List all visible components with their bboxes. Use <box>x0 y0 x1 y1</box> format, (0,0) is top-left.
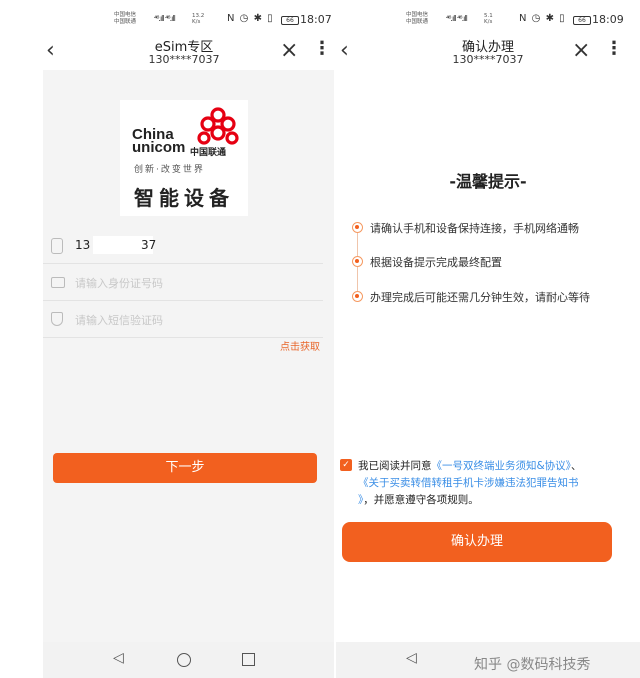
timeline-dot-icon <box>352 291 363 302</box>
id-number-field[interactable]: 请输入身份证号码 <box>43 265 323 301</box>
agree-checkbox[interactable]: ✓ <box>340 459 352 471</box>
carrier-labels: 中国电信 中国联通 <box>114 12 136 26</box>
carrier-1-label: 中国电信 <box>114 12 137 18</box>
get-code-link[interactable]: 点击获取 <box>280 338 320 353</box>
clock: 18:09 <box>592 13 624 26</box>
close-icon[interactable]: × <box>572 38 590 63</box>
confirm-button[interactable]: 确认办理 <box>342 522 612 562</box>
agreement-prefix: 我已阅读并同意 <box>358 460 432 472</box>
list-item: 请确认手机和设备保持连接，手机网络通畅 <box>350 218 630 238</box>
right-phone-screen: 中国电信 中国联通 ⁴⁶.ıll ⁴⁶.ıll 5.1 K/s N ◷ ✱ ▯ … <box>336 0 640 678</box>
network-speed: 5.1 K/s <box>484 13 493 25</box>
notice-item-text: 办理完成后可能还需几分钟生效，请耐心等待 <box>370 291 590 304</box>
agreement-separator: 、 <box>570 460 582 472</box>
carrier-1-label: 中国电信 <box>406 12 429 18</box>
nav-back-icon[interactable]: ◁ <box>113 650 124 666</box>
notice-item-text: 根据设备提示完成最终配置 <box>370 256 502 269</box>
system-icons: N ◷ ✱ ▯ <box>519 13 566 24</box>
id-card-icon <box>51 277 65 288</box>
list-item: 根据设备提示完成最终配置 <box>350 252 630 272</box>
phone-field[interactable]: 13 37 <box>43 228 323 264</box>
shield-icon <box>51 312 63 326</box>
sms-code-field[interactable]: 请输入短信验证码 <box>43 302 323 338</box>
battery-icon: 66 <box>281 16 299 25</box>
nav-home-icon[interactable] <box>177 653 191 667</box>
agreement-link-2[interactable]: 《关于买卖转借转租手机卡涉嫌违法犯罪告知书 <box>358 477 579 489</box>
agreement-line-3: 》，并愿意遵守各项规则。 <box>358 492 479 509</box>
page-content: China unicom 中国联通 创新·改变世界 智能设备 13 37 请输入… <box>43 70 334 642</box>
system-nav-bar: ◁ <box>43 642 334 678</box>
agreement-line-1: 我已阅读并同意《一号双终端业务须知&协议》、 <box>358 458 581 475</box>
unicom-logo: China unicom 中国联通 创新·改变世界 智能设备 <box>120 100 248 216</box>
carrier-labels: 中国电信 中国联通 <box>406 12 428 26</box>
page-subtitle: 130****7037 <box>452 53 524 66</box>
close-icon[interactable]: × <box>280 38 298 63</box>
system-nav-bar: ◁ 知乎 @数码科技秀 <box>336 642 640 678</box>
id-number-placeholder: 请输入身份证号码 <box>75 277 163 290</box>
signal-icon: ⁴⁶.ıll ⁴⁶.ıll <box>154 14 176 23</box>
title-bar: ‹ 确认办理 130****7037 × ⋮ <box>336 36 640 70</box>
phone-icon <box>51 238 63 254</box>
signal-icon: ⁴⁶.ıll ⁴⁶.ıll <box>446 14 468 23</box>
clock: 18:07 <box>300 13 332 26</box>
speed-unit: K/s <box>484 19 493 25</box>
carrier-2-label: 中国联通 <box>114 19 137 25</box>
agreement-line-2: 《关于买卖转借转租手机卡涉嫌违法犯罪告知书 <box>358 475 579 492</box>
network-speed: 13.2 K/s <box>192 13 204 25</box>
title-bar: ‹ eSim专区 130****7037 × ⋮ <box>0 36 336 70</box>
logo-label: 智能设备 <box>134 186 234 210</box>
battery-icon: 66 <box>573 16 591 25</box>
notice-title: -温馨提示- <box>449 172 527 191</box>
nav-recent-icon[interactable] <box>242 653 255 666</box>
left-phone-screen: 中国电信 中国联通 ⁴⁶.ıll ⁴⁶.ıll 13.2 K/s N ◷ ✱ ▯… <box>0 0 336 678</box>
sms-code-placeholder: 请输入短信验证码 <box>75 314 163 327</box>
nav-back-icon[interactable]: ◁ <box>406 650 417 666</box>
timeline-dot-icon <box>352 256 363 267</box>
brand-slogan: 创新·改变世界 <box>134 165 205 175</box>
phone-suffix: 37 <box>141 238 157 252</box>
agreement-link-1[interactable]: 《一号双终端业务须知&协议》 <box>432 460 571 472</box>
brand-en-line2: unicom <box>132 139 186 156</box>
carrier-2-label: 中国联通 <box>406 19 429 25</box>
more-vertical-icon[interactable]: ⋮ <box>605 38 623 59</box>
status-bar: 中国电信 中国联通 ⁴⁶.ıll ⁴⁶.ıll 13.2 K/s N ◷ ✱ ▯… <box>0 10 336 32</box>
agreement-suffix: ，并愿意遵守各项规则。 <box>363 494 479 506</box>
brand-chinese: 中国联通 <box>190 148 227 158</box>
brand-english: China unicom <box>132 127 186 156</box>
more-vertical-icon[interactable]: ⋮ <box>313 38 331 59</box>
next-button[interactable]: 下一步 <box>53 453 317 483</box>
unicom-knot-icon <box>197 107 239 145</box>
system-icons: N ◷ ✱ ▯ <box>227 13 274 24</box>
notice-item-text: 请确认手机和设备保持连接，手机网络通畅 <box>370 222 579 235</box>
timeline-dot-icon <box>352 222 363 233</box>
speed-unit: K/s <box>192 19 201 25</box>
watermark: 知乎 @数码科技秀 <box>474 657 591 673</box>
status-bar: 中国电信 中国联通 ⁴⁶.ıll ⁴⁶.ıll 5.1 K/s N ◷ ✱ ▯ … <box>336 10 640 32</box>
list-item: 办理完成后可能还需几分钟生效，请耐心等待 <box>350 287 630 307</box>
phone-prefix: 13 <box>75 238 91 252</box>
